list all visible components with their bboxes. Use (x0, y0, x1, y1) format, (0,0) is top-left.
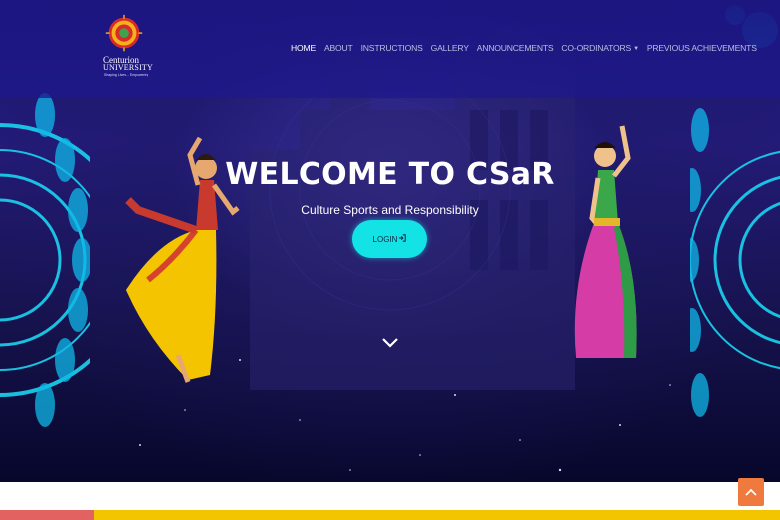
chevron-down-icon[interactable] (381, 337, 399, 349)
university-logo[interactable] (100, 12, 148, 58)
hero-subtitle: Culture Sports and Responsibility (301, 203, 479, 217)
footer-strip-gold (94, 510, 780, 520)
brand-name-line2: UNIVERSITY (103, 63, 153, 72)
content-strip (0, 482, 780, 510)
brand-tagline: Shaping Lives... Empowering Communities.… (104, 73, 148, 77)
hero-title: WELCOME TO CSaR (225, 157, 555, 192)
login-button-label: LOGIN (372, 234, 398, 244)
footer-strip-red (0, 510, 94, 520)
nav-item-previous-achievements[interactable]: PREVIOUS ACHIEVEMENTS (647, 43, 757, 53)
nav-item-announcements[interactable]: ANNOUNCEMENTS (477, 43, 554, 53)
nav-item-coordinators[interactable]: CO-ORDINATORS ▼ (561, 43, 639, 53)
sign-in-icon (398, 234, 407, 244)
caret-down-icon: ▼ (633, 46, 639, 52)
nav-item-instructions[interactable]: INSTRUCTIONS (361, 43, 423, 53)
nav-item-gallery[interactable]: GALLERY (431, 43, 469, 53)
top-navbar: Centurion UNIVERSITY Shaping Lives... Em… (0, 0, 780, 98)
nav-item-about[interactable]: ABOUT (324, 43, 353, 53)
nav-item-home[interactable]: HOME (291, 43, 316, 53)
nav-item-coordinators-label: CO-ORDINATORS (561, 43, 632, 53)
dancer-right-illustration (574, 125, 637, 358)
chevron-up-icon (745, 488, 757, 496)
back-to-top-button[interactable] (738, 478, 764, 506)
login-button[interactable]: LOGIN (352, 220, 427, 258)
main-nav: HOME ABOUT INSTRUCTIONS GALLERY ANNOUNCE… (291, 43, 765, 53)
